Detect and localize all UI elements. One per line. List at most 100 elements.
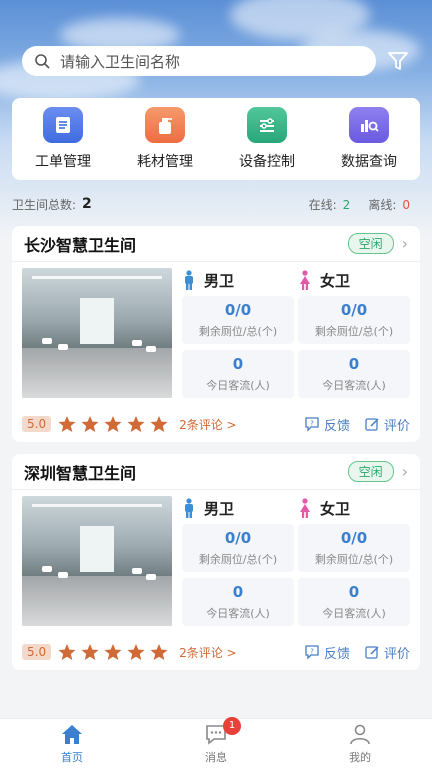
visitors-label: 今日客流(人) (206, 379, 270, 392)
male-visitors-value: 0 (232, 355, 244, 373)
rating-badge: 5.0 (22, 416, 52, 432)
menu-work-order[interactable]: 工单管理 (18, 107, 108, 171)
chevron-right-icon[interactable]: › (402, 234, 408, 253)
male-stalls-box: 0/0 剩余厕位/总(个) (182, 296, 294, 344)
home-icon (62, 724, 82, 744)
tab-profile[interactable]: 我的 (320, 723, 400, 765)
female-icon (300, 498, 310, 518)
feedback-button[interactable]: ? 反馈 (304, 643, 350, 662)
evaluate-label: 评价 (383, 418, 410, 434)
male-stalls-value: 0/0 (224, 529, 252, 547)
reviews-link[interactable]: 2条评论 > (179, 644, 237, 661)
male-icon (185, 270, 193, 290)
female-visitors-value: 0 (348, 355, 360, 373)
female-label: 女卫 (320, 271, 351, 290)
male-visitors-box: 0 今日客流(人) (182, 350, 294, 398)
tab-label: 消息 (205, 750, 227, 764)
svg-text:?: ? (310, 420, 314, 428)
svg-text:?: ? (310, 648, 314, 656)
work-order-icon (43, 107, 83, 143)
toilet-card[interactable]: 长沙智慧卫生间 空闲 › 男卫 女卫 0/0 剩余厕位/总(个) 0/0 剩余厕… (12, 226, 420, 442)
female-visitors-box: 0 今日客流(人) (298, 578, 410, 626)
profile-icon (350, 724, 370, 744)
data-query-icon (349, 107, 389, 143)
search-input[interactable]: 请输入卫生间名称 (22, 46, 376, 76)
male-visitors-box: 0 今日客流(人) (182, 578, 294, 626)
search-placeholder: 请输入卫生间名称 (60, 52, 181, 71)
star-icon (127, 644, 145, 660)
offline-label: 离线: (368, 197, 397, 212)
toilet-photo (22, 496, 172, 626)
rating-badge: 5.0 (22, 644, 52, 660)
toilet-name: 长沙智慧卫生间 (24, 235, 137, 255)
menu-label: 设备控制 (239, 154, 295, 170)
total-label: 卫生间总数: (12, 197, 77, 212)
star-rating (57, 415, 169, 433)
female-visitors-value: 0 (348, 583, 360, 601)
menu-data-query[interactable]: 数据查询 (324, 107, 414, 171)
stalls-label: 剩余厕位/总(个) (314, 325, 394, 338)
evaluate-button[interactable]: 评价 (364, 415, 410, 434)
tab-messages[interactable]: 1 消息 (176, 716, 256, 765)
male-icon (185, 498, 193, 518)
star-icon (104, 644, 122, 660)
tab-label: 首页 (61, 750, 83, 764)
feedback-label: 反馈 (323, 418, 350, 434)
status-badge: 空闲 (347, 233, 394, 254)
feedback-icon: ? (305, 417, 319, 432)
edit-icon (365, 646, 379, 659)
feedback-label: 反馈 (323, 646, 350, 662)
star-icon (150, 416, 168, 432)
female-stalls-value: 0/0 (340, 301, 368, 319)
status-badge: 空闲 (347, 461, 394, 482)
male-stalls-value: 0/0 (224, 301, 252, 319)
stalls-label: 剩余厕位/总(个) (314, 553, 394, 566)
female-section: 女卫 (296, 496, 412, 520)
male-label: 男卫 (204, 499, 235, 518)
tab-home[interactable]: 首页 (32, 723, 112, 765)
message-count-badge: 1 (223, 716, 241, 735)
online-label: 在线: (308, 197, 337, 212)
female-stalls-value: 0/0 (340, 529, 368, 547)
menu-device-control[interactable]: 设备控制 (222, 107, 312, 171)
star-rating (57, 643, 169, 661)
visitors-label: 今日客流(人) (322, 379, 386, 392)
male-section: 男卫 (180, 268, 296, 292)
visitors-label: 今日客流(人) (206, 607, 270, 620)
female-section: 女卫 (296, 268, 412, 292)
female-stalls-box: 0/0 剩余厕位/总(个) (298, 524, 410, 572)
feedback-icon: ? (305, 645, 319, 660)
star-icon (127, 416, 145, 432)
menu-label: 工单管理 (35, 154, 91, 170)
star-icon (58, 644, 76, 660)
male-visitors-value: 0 (232, 583, 244, 601)
star-icon (81, 416, 99, 432)
female-icon (300, 270, 310, 290)
menu-label: 耗材管理 (137, 154, 193, 170)
evaluate-button[interactable]: 评价 (364, 643, 410, 662)
supplies-icon (145, 107, 185, 143)
filter-icon[interactable] (386, 48, 410, 74)
female-visitors-box: 0 今日客流(人) (298, 350, 410, 398)
male-section: 男卫 (180, 496, 296, 520)
toilet-photo (22, 268, 172, 398)
reviews-link[interactable]: 2条评论 > (179, 416, 237, 433)
toilet-card[interactable]: 深圳智慧卫生间 空闲 › 男卫 女卫 0/0 剩余厕位/总(个) 0/0 剩余厕… (12, 454, 420, 670)
stalls-label: 剩余厕位/总(个) (198, 553, 278, 566)
online-count: 2 (342, 197, 351, 212)
device-control-icon (247, 107, 287, 143)
female-stalls-box: 0/0 剩余厕位/总(个) (298, 296, 410, 344)
edit-icon (365, 418, 379, 431)
search-icon (35, 54, 50, 69)
evaluate-label: 评价 (383, 646, 410, 662)
function-menu: 工单管理 耗材管理 设备控制 数据查询 (12, 98, 420, 180)
menu-supplies[interactable]: 耗材管理 (120, 107, 210, 171)
total-count: 2 (82, 196, 92, 212)
toilet-name: 深圳智慧卫生间 (24, 463, 137, 483)
stalls-label: 剩余厕位/总(个) (198, 325, 278, 338)
visitors-label: 今日客流(人) (322, 607, 386, 620)
star-icon (81, 644, 99, 660)
feedback-button[interactable]: ? 反馈 (304, 415, 350, 434)
star-icon (150, 644, 168, 660)
chevron-right-icon[interactable]: › (402, 462, 408, 481)
